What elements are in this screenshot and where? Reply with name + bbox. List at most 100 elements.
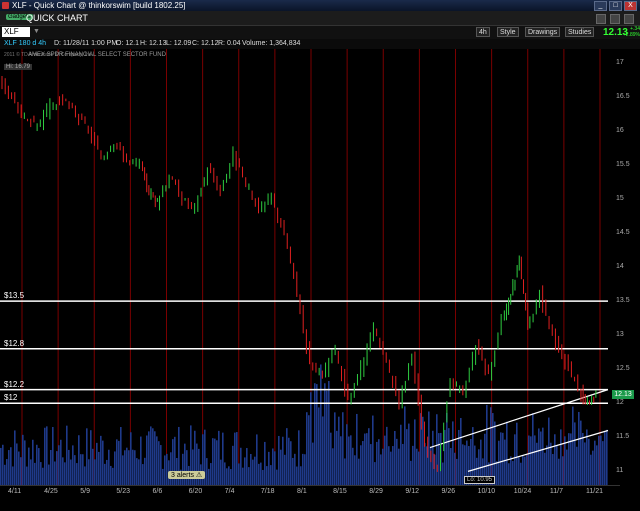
volume-bar	[146, 435, 148, 485]
volume-bar	[580, 420, 582, 485]
link-icon[interactable]	[596, 14, 606, 24]
volume-bar	[250, 453, 252, 485]
alerts-badge[interactable]: 3 alerts ⚠	[168, 471, 206, 479]
volume-bar	[68, 449, 70, 485]
volume-bar	[222, 432, 224, 485]
volume-bar	[118, 440, 120, 485]
studies-button[interactable]: Studies	[565, 27, 595, 37]
volume-bar	[436, 414, 438, 485]
volume-bar	[348, 436, 350, 485]
volume-bar	[78, 435, 80, 485]
symbol-input[interactable]: XLF	[2, 27, 30, 37]
volume-bar	[224, 462, 226, 485]
volume-bar	[66, 425, 68, 485]
volume-bar	[162, 468, 164, 485]
volume-bar	[132, 449, 134, 485]
symbol-dropdown-icon[interactable]: ▼	[33, 28, 40, 35]
date-tick-label: 5/23	[116, 488, 130, 495]
maximize-button[interactable]: □	[609, 1, 622, 11]
drawings-button[interactable]: Drawings	[525, 27, 561, 37]
volume-bar	[32, 439, 34, 485]
volume-bar	[102, 440, 104, 485]
volume-bar	[370, 444, 372, 485]
date-tick-label: 8/15	[333, 488, 347, 495]
volume-bar	[82, 454, 84, 485]
minimize-button[interactable]: _	[594, 1, 607, 11]
chart-description: XLF 180 d 4h	[4, 40, 47, 47]
menu-bar: Gadgets QUICK CHART	[0, 11, 640, 26]
volume-bar	[42, 467, 44, 485]
timeframe-button[interactable]: 4h	[476, 27, 490, 37]
volume-bar	[186, 450, 188, 485]
volume-bar	[54, 461, 56, 485]
volume-bar	[302, 453, 304, 485]
volume-bar	[170, 452, 172, 485]
volume-bar	[266, 466, 268, 485]
volume-bar	[152, 428, 154, 485]
volume-bar	[598, 435, 600, 485]
volume-bar	[138, 459, 140, 485]
volume-bar	[238, 463, 240, 485]
volume-bar	[542, 427, 544, 485]
price-chart[interactable]	[0, 49, 620, 485]
volume-bar	[100, 435, 102, 485]
volume-bar	[374, 462, 376, 485]
window-controls: _ □ X	[594, 1, 637, 11]
volume-bar	[80, 454, 82, 485]
bar-open: O: 12.1	[116, 40, 139, 47]
volume-bar	[314, 383, 316, 485]
volume-bar	[540, 431, 542, 485]
current-price-badge: 12.13	[612, 390, 634, 400]
volume-bar	[518, 457, 520, 485]
settings-icon[interactable]	[624, 14, 634, 24]
high-tag: Hi: 16.79	[4, 64, 33, 70]
volume-bar	[274, 451, 276, 485]
level-label: $12.8	[4, 338, 25, 348]
date-tick-label: 8/29	[369, 488, 383, 495]
volume-bar	[318, 407, 320, 485]
date-tick-label: 9/26	[441, 488, 456, 495]
chart-toolbar: XLF ▼ 4h Style Drawings Studies 12.13 +.…	[0, 26, 640, 39]
volume-bar	[418, 451, 420, 485]
volume-bar	[64, 462, 66, 485]
volume-bar	[18, 451, 20, 485]
volume-bar	[236, 432, 238, 485]
volume-bar	[182, 453, 184, 485]
volume-bar	[212, 438, 214, 485]
volume-bar	[390, 451, 392, 485]
price-tick-label: 12	[616, 399, 624, 407]
volume-bar	[136, 458, 138, 485]
app-icon	[2, 2, 9, 9]
volume-bar	[336, 430, 338, 485]
volume-bar	[400, 424, 402, 485]
volume-bar	[116, 439, 118, 485]
level-label: $12.2	[4, 379, 25, 389]
volume-bar	[0, 447, 2, 485]
popout-icon[interactable]	[610, 14, 620, 24]
volume-bar	[406, 429, 408, 485]
volume-bar	[226, 468, 228, 485]
close-button[interactable]: X	[624, 1, 637, 11]
volume-bar	[556, 445, 558, 485]
price-tick-label: 16.5	[616, 92, 630, 100]
volume-bar	[438, 433, 440, 485]
price-tick-label: 11	[616, 467, 624, 475]
volume-bar	[296, 466, 298, 485]
volume-bar	[124, 450, 126, 485]
volume-bar	[446, 412, 448, 485]
volume-bar	[508, 463, 510, 485]
volume-bar	[328, 380, 330, 485]
volume-bar	[76, 463, 78, 485]
volume-bar	[360, 445, 362, 485]
volume-bar	[128, 450, 130, 485]
volume-bar	[326, 390, 328, 485]
volume-bar	[230, 469, 232, 485]
style-button[interactable]: Style	[497, 27, 519, 37]
volume-bar	[268, 451, 270, 485]
volume-bar	[8, 450, 10, 485]
volume-bar	[432, 430, 434, 485]
volume-bar	[216, 440, 218, 485]
volume-bar	[364, 433, 366, 485]
volume-bar	[278, 435, 280, 485]
price-tick-label: 16	[616, 126, 624, 134]
